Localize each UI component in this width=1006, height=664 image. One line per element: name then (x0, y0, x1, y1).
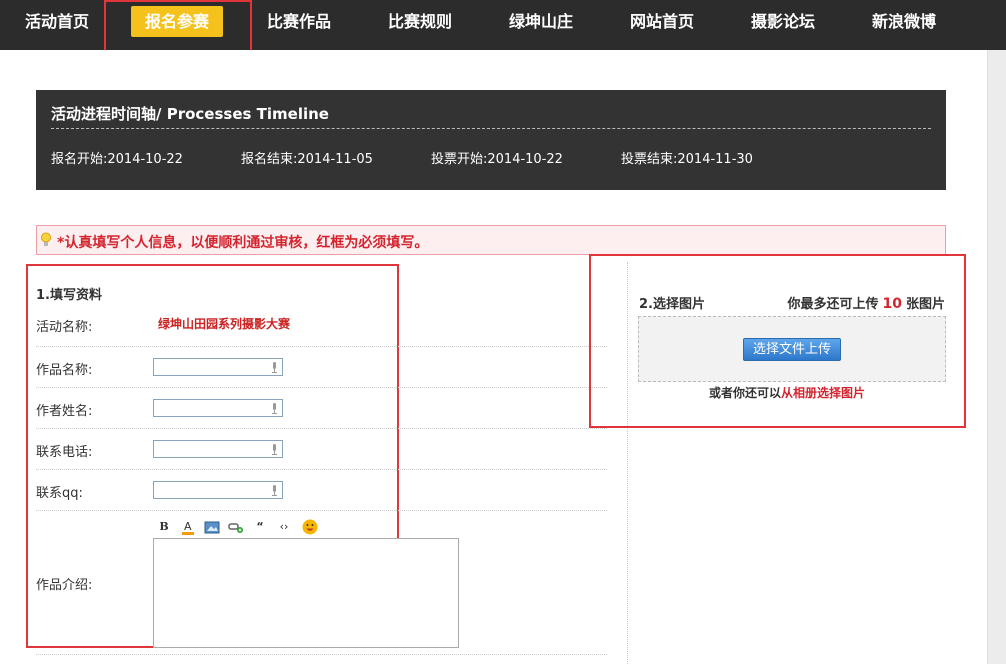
link-icon[interactable] (228, 518, 244, 536)
code-icon[interactable]: ‹› (276, 518, 292, 536)
intro-label: 作品介绍: (36, 578, 93, 593)
nav-item-register[interactable]: 报名参赛 (118, 0, 236, 44)
nav-item-home[interactable]: 活动首页 (12, 0, 102, 44)
nav-item-label: 摄影论坛 (750, 12, 815, 31)
upload-limit-text: 你最多还可上传 10 张图片 (787, 293, 945, 312)
nav-item-site-home[interactable]: 网站首页 (617, 0, 707, 44)
nav-item-label: 绿坤山庄 (508, 12, 573, 31)
nav-item-label: 活动首页 (24, 12, 89, 31)
album-select-link[interactable]: 从相册选择图片 (781, 386, 865, 400)
upload-section-title: 2.选择图片 (639, 297, 705, 312)
timeline-vote-end: 投票结束:2014-11-30 (621, 152, 753, 167)
album-select-text: 或者你还可以从相册选择图片 (709, 384, 865, 401)
row-divider (36, 387, 607, 388)
nav-item-label: 比赛规则 (387, 12, 452, 31)
nav-item-label: 网站首页 (629, 12, 694, 31)
microphone-icon[interactable] (271, 362, 278, 373)
upload-dropzone[interactable]: 选择文件上传 (638, 316, 946, 382)
timeline-vote-start: 投票开始:2014-10-22 (431, 152, 563, 167)
notice-text: *认真填写个人信息，以便顺利通过审核，红框为必须填写。 (57, 235, 429, 251)
nav-item-label: 新浪微博 (871, 12, 936, 31)
lightbulb-icon (41, 232, 51, 246)
upload-limit-count: 10 (882, 296, 902, 312)
qq-input[interactable] (153, 481, 283, 499)
row-divider (36, 428, 607, 429)
phone-input[interactable] (153, 440, 283, 458)
nav-item-rules[interactable]: 比赛规则 (375, 0, 465, 44)
timeline-title: 活动进程时间轴/ Processes Timeline (51, 105, 329, 123)
work-intro-textarea[interactable] (153, 538, 459, 648)
timeline-divider (51, 128, 931, 129)
author-name-input[interactable] (153, 399, 283, 417)
work-title-label: 作品名称: (36, 363, 93, 378)
column-divider (627, 262, 628, 664)
vertical-scrollbar[interactable] (987, 50, 1006, 664)
work-title-input[interactable] (153, 358, 283, 376)
microphone-icon[interactable] (271, 444, 278, 455)
nav-item-weibo[interactable]: 新浪微博 (859, 0, 949, 44)
choose-file-upload-button[interactable]: 选择文件上传 (743, 338, 841, 361)
emoji-icon[interactable] (302, 518, 318, 536)
timeline-panel: 活动进程时间轴/ Processes Timeline 报名开始:2014-10… (36, 90, 946, 190)
album-select-prefix: 或者你还可以 (709, 386, 782, 400)
row-divider (36, 510, 607, 511)
microphone-icon[interactable] (271, 485, 278, 496)
font-color-icon[interactable]: A (180, 518, 196, 536)
timeline-signup-end: 报名结束:2014-11-05 (241, 152, 373, 167)
nav-item-villa[interactable]: 绿坤山庄 (496, 0, 586, 44)
image-icon[interactable] (204, 518, 220, 536)
nav-item-forum[interactable]: 摄影论坛 (738, 0, 828, 44)
upload-limit-prefix: 你最多还可上传 (787, 297, 879, 312)
nav-item-works[interactable]: 比赛作品 (254, 0, 344, 44)
author-name-label: 作者姓名: (36, 404, 93, 419)
activity-name-value: 绿坤山田园系列摄影大赛 (158, 317, 291, 331)
row-divider (36, 654, 607, 655)
timeline-signup-start: 报名开始:2014-10-22 (51, 152, 183, 167)
form-section-title: 1.填写资料 (36, 288, 102, 303)
notice-bar: *认真填写个人信息，以便顺利通过审核，红框为必须填写。 (36, 225, 946, 255)
row-divider (36, 346, 607, 347)
microphone-icon[interactable] (271, 403, 278, 414)
bold-icon[interactable]: B (156, 518, 172, 536)
phone-label: 联系电话: (36, 445, 93, 460)
nav-item-label: 比赛作品 (266, 12, 331, 31)
top-nav: 活动首页 报名参赛 比赛作品 比赛规则 绿坤山庄 网站首页 摄影论坛 新浪微博 (0, 0, 1006, 50)
svg-text:A: A (184, 520, 192, 533)
quote-icon[interactable]: “ (252, 518, 268, 536)
qq-label: 联系qq: (36, 486, 83, 501)
activity-name-label: 活动名称: (36, 320, 93, 335)
upload-limit-suffix: 张图片 (905, 297, 945, 312)
nav-item-label: 报名参赛 (130, 6, 223, 37)
row-divider (36, 469, 607, 470)
